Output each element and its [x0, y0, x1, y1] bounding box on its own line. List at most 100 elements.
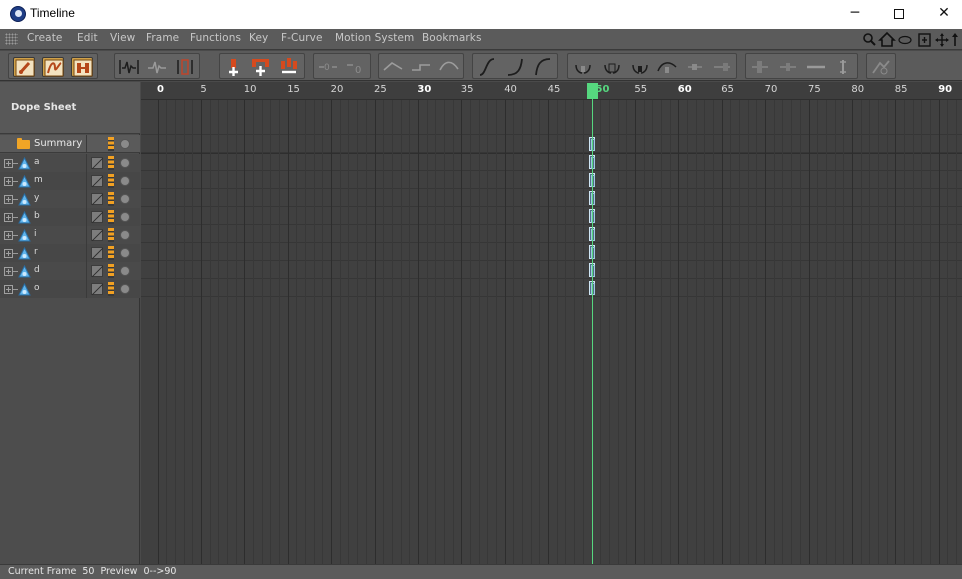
- menu-view[interactable]: View: [110, 32, 135, 44]
- remove-key-icon[interactable]: [278, 57, 300, 77]
- solo-dot-icon[interactable]: [120, 284, 130, 294]
- expand-icon[interactable]: [4, 195, 13, 204]
- menu-key[interactable]: Key: [249, 32, 268, 44]
- step-icon[interactable]: [410, 57, 432, 77]
- track-row[interactable]: m: [0, 172, 140, 190]
- layer-icon[interactable]: [108, 210, 114, 224]
- track-row[interactable]: i: [0, 226, 140, 244]
- mute-toggle-icon[interactable]: [91, 265, 103, 277]
- breakdown-icon[interactable]: [870, 57, 892, 77]
- tangent-break-icon[interactable]: [572, 57, 594, 77]
- key-mode-icon[interactable]: [13, 57, 35, 77]
- tangent-lock-icon[interactable]: [601, 57, 623, 77]
- lock-time-icon[interactable]: [777, 57, 799, 77]
- home-icon[interactable]: [878, 31, 896, 47]
- solo-dot-icon[interactable]: [120, 176, 130, 186]
- mute-toggle-icon[interactable]: [91, 175, 103, 187]
- add-key-icon[interactable]: [224, 57, 246, 77]
- expand-icon[interactable]: [4, 159, 13, 168]
- fit-icon[interactable]: [898, 35, 912, 45]
- expand-icon[interactable]: [4, 213, 13, 222]
- flat-icon[interactable]: [805, 57, 827, 77]
- pulse-icon[interactable]: [146, 57, 168, 77]
- expand-icon[interactable]: [4, 285, 13, 294]
- limit-icon[interactable]: [832, 57, 854, 77]
- menu-frame[interactable]: Frame: [146, 32, 179, 44]
- expand-icon[interactable]: [4, 177, 13, 186]
- track-controls: [88, 208, 140, 226]
- layer-icon[interactable]: [108, 156, 114, 170]
- mute-toggle-icon[interactable]: [91, 229, 103, 241]
- ease-in-icon[interactable]: [504, 57, 526, 77]
- track-label: i: [34, 229, 37, 239]
- add-keys-icon[interactable]: [251, 57, 273, 77]
- layer-icon[interactable]: [108, 282, 114, 296]
- tangent-clamp-icon[interactable]: [656, 57, 678, 77]
- timeline-area[interactable]: 0 5 10 15 20 25 30 35 40 45 50 55 60 65 70 75 80 85 90: [141, 82, 962, 564]
- mute-toggle-icon[interactable]: [91, 157, 103, 169]
- expand-icon[interactable]: [4, 231, 13, 240]
- mute-toggle-icon[interactable]: [91, 193, 103, 205]
- arrow-icon[interactable]: [952, 33, 958, 46]
- tangent-weight-icon[interactable]: [684, 57, 706, 77]
- layer-icon[interactable]: [108, 228, 114, 242]
- layer-icon[interactable]: [108, 246, 114, 260]
- tangent-align-icon[interactable]: [711, 57, 733, 77]
- layer-icon[interactable]: [108, 137, 114, 151]
- track-row[interactable]: o: [0, 280, 140, 298]
- linear-icon[interactable]: [382, 57, 404, 77]
- tangent-auto-icon[interactable]: [629, 57, 651, 77]
- solo-dot-icon[interactable]: [120, 194, 130, 204]
- spline-icon[interactable]: [438, 57, 460, 77]
- expand-icon[interactable]: [4, 267, 13, 276]
- mute-toggle-icon[interactable]: [91, 247, 103, 259]
- track-row[interactable]: a: [0, 154, 140, 172]
- lock-value-icon[interactable]: [749, 57, 771, 77]
- expand-icon[interactable]: [4, 249, 13, 258]
- bone-object-icon: [18, 229, 31, 242]
- navigation-icons: [862, 31, 962, 49]
- motion-mode-icon[interactable]: [71, 57, 93, 77]
- zero-angle-icon[interactable]: 0: [317, 57, 339, 77]
- mute-toggle-icon[interactable]: [91, 211, 103, 223]
- mute-toggle-icon[interactable]: [91, 283, 103, 295]
- ease-out-icon[interactable]: [532, 57, 554, 77]
- layer-icon[interactable]: [108, 192, 114, 206]
- menu-functions[interactable]: Functions: [190, 32, 241, 44]
- maximize-button[interactable]: [876, 0, 922, 29]
- solo-dot-icon[interactable]: [120, 212, 130, 222]
- close-button[interactable]: ✕: [921, 0, 962, 29]
- track-row[interactable]: y: [0, 190, 140, 208]
- folder-icon: [17, 138, 30, 149]
- range-icon[interactable]: [174, 57, 196, 77]
- menu-create[interactable]: Create: [27, 32, 63, 44]
- solo-dot-icon[interactable]: [120, 230, 130, 240]
- move-icon[interactable]: [935, 33, 949, 47]
- minimize-button[interactable]: ─: [832, 0, 878, 29]
- solo-dot-icon[interactable]: [120, 248, 130, 258]
- solo-dot-icon[interactable]: [120, 139, 130, 149]
- grip-icon[interactable]: [5, 33, 18, 45]
- search-icon[interactable]: [863, 33, 876, 46]
- track-row[interactable]: r: [0, 244, 140, 262]
- waveform-icon[interactable]: [118, 57, 140, 77]
- solo-dot-icon[interactable]: [120, 266, 130, 276]
- solo-dot-icon[interactable]: [120, 158, 130, 168]
- ruler-label: 40: [504, 84, 517, 95]
- menu-fcurve[interactable]: F-Curve: [281, 32, 323, 44]
- zero-length-icon[interactable]: 0: [345, 57, 367, 77]
- layer-icon[interactable]: [108, 174, 114, 188]
- track-row[interactable]: d: [0, 262, 140, 280]
- menu-bookmarks[interactable]: Bookmarks: [422, 32, 482, 44]
- ease-inout-icon[interactable]: [476, 57, 498, 77]
- fcurve-mode-icon[interactable]: [42, 57, 64, 77]
- summary-row[interactable]: Summary: [0, 135, 140, 153]
- ruler-label: 15: [287, 84, 300, 95]
- track-label: b: [34, 211, 40, 221]
- menu-edit[interactable]: Edit: [77, 32, 98, 44]
- menu-motion-system[interactable]: Motion System: [335, 32, 414, 44]
- frame-all-icon[interactable]: [918, 33, 931, 47]
- track-row[interactable]: b: [0, 208, 140, 226]
- playhead-marker[interactable]: [587, 83, 598, 99]
- layer-icon[interactable]: [108, 264, 114, 278]
